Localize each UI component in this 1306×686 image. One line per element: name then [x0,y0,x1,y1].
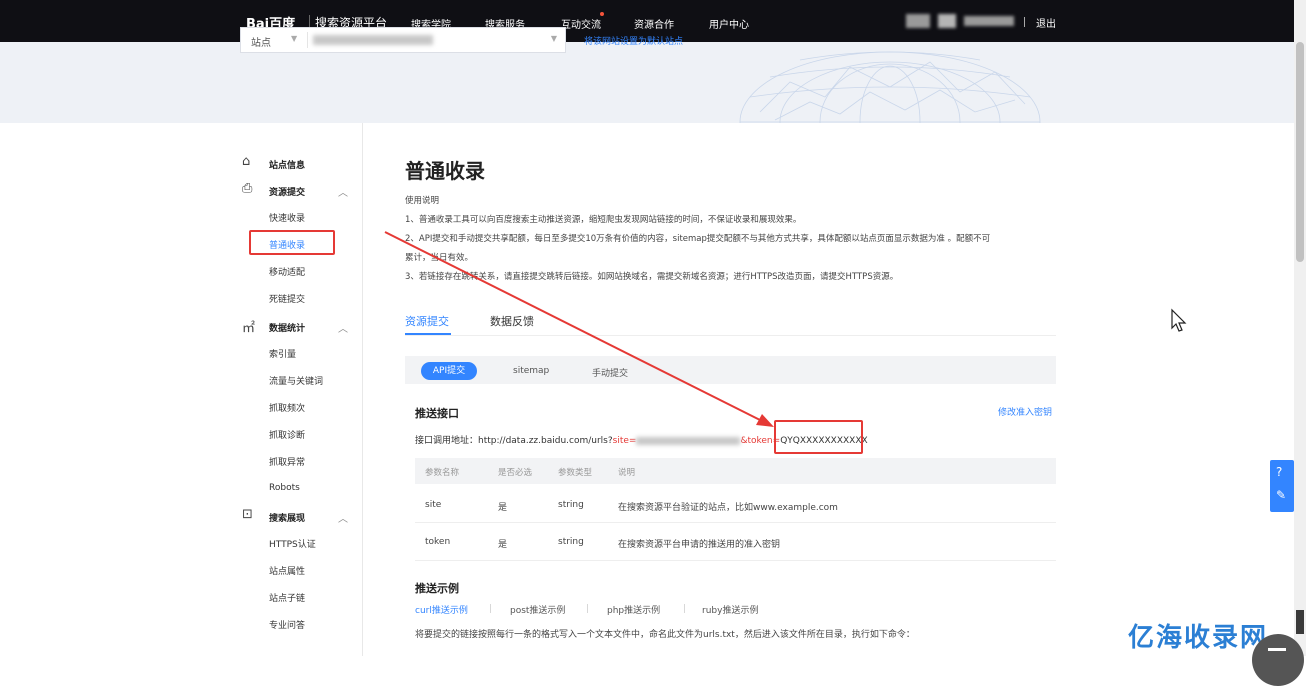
scrollbar-thumb[interactable] [1296,42,1304,262]
th-description: 说明 [618,468,636,478]
username-blurred[interactable] [906,14,930,28]
sidebar-item-fast-index[interactable]: 快速收录 [269,211,305,224]
corner-menu-button[interactable] [1252,634,1304,686]
example-separator: | [489,604,493,614]
resource-icon: ⎙ [242,181,253,196]
usage-line-3: 3、若链接存在跳转关系，请直接提交跳转后链接。如网站换域名，需提交新域名资源；进… [405,272,899,282]
subtab-api[interactable]: API提交 [421,362,477,380]
example-ruby-link[interactable]: ruby推送示例 [702,603,758,616]
table-row-site-desc: 在搜索资源平台验证的站点，比如www.example.com [618,503,838,513]
menu-icon [1268,648,1286,651]
th-param-name: 参数名称 [425,468,460,478]
sidebar-item-crawl-freq[interactable]: 抓取频次 [269,401,305,414]
site-band [0,42,1294,123]
account-blurred[interactable] [964,16,1014,26]
nav-user-center[interactable]: 用户中心 [709,16,749,31]
chevron-down-icon: ▼ [291,34,298,43]
nav-interaction[interactable]: 互动交流 [561,16,601,31]
sidebar-item-robots[interactable]: Robots [269,483,300,493]
annotation-token-box [774,420,863,454]
modify-token-link[interactable]: 修改准入密钥 [998,405,1052,418]
watermark-text: 亿海收录网 [1128,623,1269,653]
usage-line-2b: 累计，当日有效。 [405,253,474,263]
sidebar-item-index-volume[interactable]: 索引量 [269,347,296,360]
sidebar-item-crawl-error[interactable]: 抓取异常 [269,455,305,468]
sidebar-divider [362,123,363,656]
set-default-site-link[interactable]: 将该网站设置为默认站点 [584,34,683,47]
sidebar-item-site-info[interactable]: 站点信息 [269,158,305,171]
logout-link[interactable]: 退出 [1036,15,1056,30]
example-separator: | [586,604,590,614]
annotation-highlight-box [249,230,335,255]
table-row-site-name: site [425,500,442,510]
usage-line-1: 1、普通收录工具可以向百度搜索主动推送资源，缩短爬虫发现网站链接的时间，不保证收… [405,215,802,225]
table-row-site-required: 是 [498,503,508,513]
usage-line-2: 2、API提交和手动提交共享配额，每日至多提交10万条有价值的内容，sitema… [405,234,991,244]
sidebar-item-crawl-diag[interactable]: 抓取诊断 [269,428,305,441]
chevron-up-icon[interactable]: ︿ [338,184,348,199]
push-example-title: 推送示例 [415,582,459,595]
help-icon[interactable]: ? [1276,465,1282,479]
subtab-bar [405,356,1056,384]
site-value-blurred [636,436,741,445]
avatar-blurred[interactable] [938,14,956,28]
subtab-sitemap[interactable]: sitemap [513,366,549,376]
globe-decoration-icon [739,51,1041,123]
table-row-token-required: 是 [498,540,508,550]
sidebar-item-sublinks[interactable]: 站点子链 [269,591,305,604]
feedback-edit-icon[interactable]: ✎ [1276,488,1286,502]
chevron-up-icon[interactable]: ︿ [338,320,348,335]
site-selector[interactable]: 站点 ▼ ▼ [240,27,566,53]
site-url-blurred [313,35,433,45]
sidebar-item-site-attr[interactable]: 站点属性 [269,564,305,577]
sidebar-item-traffic[interactable]: 流量与关键词 [269,374,323,387]
tab-rule [405,335,1056,336]
site-divider [307,32,308,48]
sidebar-item-qa[interactable]: 专业问答 [269,618,305,631]
usage-title: 使用说明 [405,196,440,206]
tab-active-underline [405,333,451,335]
page-title: 普通收录 [405,159,485,183]
example-separator: | [683,604,687,614]
sidebar-group-display[interactable]: 搜索展现 [269,511,305,524]
scrollbar-marker [1296,610,1304,634]
dropdown-caret-icon[interactable]: ▼ [551,34,557,43]
tab-data-feedback[interactable]: 数据反馈 [490,313,534,329]
sidebar-item-mobile[interactable]: 移动适配 [269,265,305,278]
nav-cooperation[interactable]: 资源合作 [634,16,674,31]
chart-icon: ㎡ [242,321,256,336]
home-icon: ⌂ [242,154,251,169]
site-selector-label: 站点 [251,38,271,49]
example-curl-link[interactable]: curl推送示例 [415,603,468,616]
table-row-token-type: string [558,537,584,547]
sidebar-group-resource[interactable]: 资源提交 [269,185,305,198]
mouse-cursor-icon [1171,308,1187,332]
api-url-label: 接口调用地址：http://data.zz.baidu.com/urls? [415,436,613,446]
tab-resource-submit[interactable]: 资源提交 [405,313,449,329]
push-interface-title: 推送接口 [415,407,459,420]
sidebar-item-https[interactable]: HTTPS认证 [269,537,316,550]
subtab-manual[interactable]: 手动提交 [592,366,628,379]
search-display-icon: ⊡ [242,507,253,522]
table-row-site-type: string [558,500,584,510]
sidebar-item-deadlink[interactable]: 死链提交 [269,292,305,305]
example-post-link[interactable]: post推送示例 [510,603,565,616]
notification-dot [600,12,604,16]
th-required: 是否必选 [498,468,533,478]
table-row-divider [415,522,1056,523]
logout-divider [1024,17,1025,27]
example-instructions: 将要提交的链接按照每行一条的格式写入一个文本文件中，命名此文件为urls.txt… [415,630,915,640]
chevron-up-icon[interactable]: ︿ [338,510,348,525]
table-row-divider [415,560,1056,561]
table-row-token-desc: 在搜索资源平台申请的推送用的准入密钥 [618,540,781,550]
sidebar-group-stats[interactable]: 数据统计 [269,321,305,334]
th-type: 参数类型 [558,468,593,478]
table-row-token-name: token [425,537,451,547]
url-site-param: site= [612,436,637,446]
example-php-link[interactable]: php推送示例 [607,603,660,616]
